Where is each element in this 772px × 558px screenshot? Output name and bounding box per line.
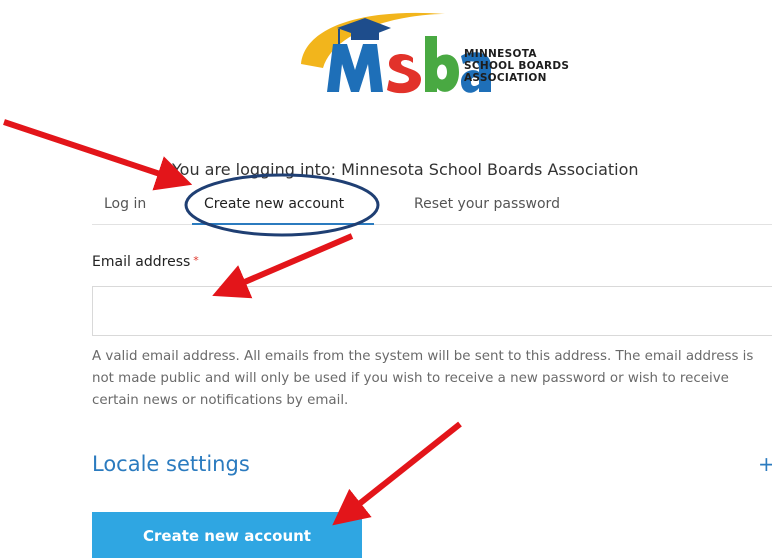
logo-letter-m (327, 44, 383, 92)
email-help-text: A valid email address. All emails from t… (92, 349, 754, 408)
required-mark: * (193, 254, 199, 267)
tab-create-new-account[interactable]: Create new account (204, 196, 344, 212)
login-site-notice: You are logging into: Minnesota School B… (172, 160, 639, 179)
logo-line-2: SCHOOL BOARDS (464, 60, 570, 72)
create-account-button[interactable]: Create new account (92, 512, 362, 558)
arrow-to-email-field (212, 233, 354, 299)
expand-plus-icon[interactable]: + (758, 452, 772, 476)
email-label: Email address * (92, 254, 199, 270)
email-input[interactable] (92, 286, 772, 336)
tab-log-in[interactable]: Log in (104, 196, 146, 212)
tab-reset-password[interactable]: Reset your password (414, 196, 560, 212)
logo-letter-b (425, 36, 459, 92)
logo-wordmark: MINNESOTA SCHOOL BOARDS ASSOCIATION (464, 48, 569, 84)
logo-line-3: ASSOCIATION (464, 72, 547, 84)
account-tabs: Log in Create new account Reset your pas… (92, 186, 772, 225)
arrow-to-create-button (332, 421, 462, 526)
active-tab-indicator (192, 223, 374, 225)
email-label-text: Email address (92, 254, 191, 270)
logo-line-1: MINNESOTA (464, 48, 537, 60)
logo-letter-s (387, 54, 421, 94)
locale-settings-title[interactable]: Locale settings (92, 452, 250, 476)
